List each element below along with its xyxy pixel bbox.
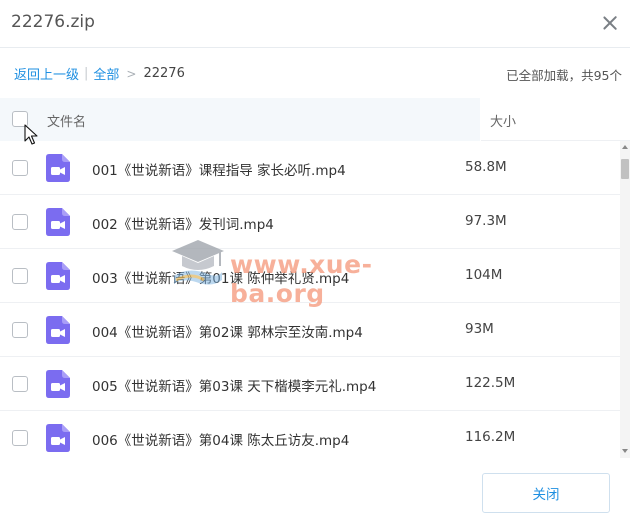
row-checkbox[interactable] [12, 322, 28, 338]
table-row[interactable]: 001《世说新语》课程指导 家长必听.mp4 58.8M [0, 141, 620, 195]
scroll-up-arrow-icon[interactable] [622, 145, 628, 149]
video-file-icon [46, 424, 70, 452]
row-checkbox[interactable] [12, 160, 28, 176]
close-icon[interactable] [600, 13, 620, 33]
column-header-size[interactable]: 大小 [490, 111, 516, 130]
table-row[interactable]: 006《世说新语》第04课 陈太丘访友.mp4 116.2M [0, 411, 620, 458]
table-row[interactable]: 003《世说新语》第01课 陈仲举礼贤.mp4 104M [0, 249, 620, 303]
row-checkbox[interactable] [12, 376, 28, 392]
video-file-icon [46, 370, 70, 398]
file-name[interactable]: 001《世说新语》课程指导 家长必听.mp4 [92, 159, 346, 179]
breadcrumb-arrow: > [126, 66, 137, 81]
mouse-cursor-icon [24, 124, 38, 145]
file-name[interactable]: 004《世说新语》第02课 郭林宗至汝南.mp4 [92, 321, 363, 341]
file-size: 116.2M [465, 429, 516, 445]
table-row[interactable]: 002《世说新语》发刊词.mp4 97.3M [0, 195, 620, 249]
breadcrumb-separator: | [84, 66, 89, 81]
video-file-icon [46, 262, 70, 290]
file-name[interactable]: 003《世说新语》第01课 陈仲举礼贤.mp4 [92, 267, 349, 287]
video-file-icon [46, 208, 70, 236]
table-row[interactable]: 004《世说新语》第02课 郭林宗至汝南.mp4 93M [0, 303, 620, 357]
breadcrumb-current: 22276 [143, 66, 185, 81]
column-header-name[interactable]: 文件名 [47, 111, 86, 130]
file-size: 97.3M [465, 213, 507, 229]
file-size: 104M [465, 267, 503, 283]
scrollbar-thumb[interactable] [621, 159, 629, 179]
scroll-down-arrow-icon[interactable] [622, 449, 628, 453]
file-name[interactable]: 006《世说新语》第04课 陈太丘访友.mp4 [92, 429, 349, 449]
file-size: 122.5M [465, 375, 516, 391]
close-button[interactable]: 关闭 [482, 473, 610, 513]
row-checkbox[interactable] [12, 268, 28, 284]
file-list: 001《世说新语》课程指导 家长必听.mp4 58.8M 002《世说新语》发刊词.… [0, 141, 620, 458]
breadcrumb-back-link[interactable]: 返回上一级 [14, 64, 79, 83]
video-file-icon [46, 316, 70, 344]
row-checkbox[interactable] [12, 214, 28, 230]
row-checkbox[interactable] [12, 430, 28, 446]
table-row[interactable]: 005《世说新语》第03课 天下楷模李元礼.mp4 122.5M [0, 357, 620, 411]
load-status-text: 已全部加载，共95个 [506, 68, 622, 83]
dialog-title: 22276.zip [11, 12, 95, 32]
vertical-scrollbar[interactable] [620, 141, 630, 458]
file-name[interactable]: 005《世说新语》第03课 天下楷模李元礼.mp4 [92, 375, 376, 395]
table-header: 文件名 大小 [0, 98, 630, 141]
file-size: 93M [465, 321, 494, 337]
video-file-icon [46, 154, 70, 182]
breadcrumb: 返回上一级 | 全部 > 22276 [14, 64, 185, 83]
breadcrumb-all-link[interactable]: 全部 [93, 64, 119, 83]
file-size: 58.8M [465, 159, 507, 175]
file-name[interactable]: 002《世说新语》发刊词.mp4 [92, 213, 274, 233]
dialog-titlebar: 22276.zip [0, 0, 630, 48]
